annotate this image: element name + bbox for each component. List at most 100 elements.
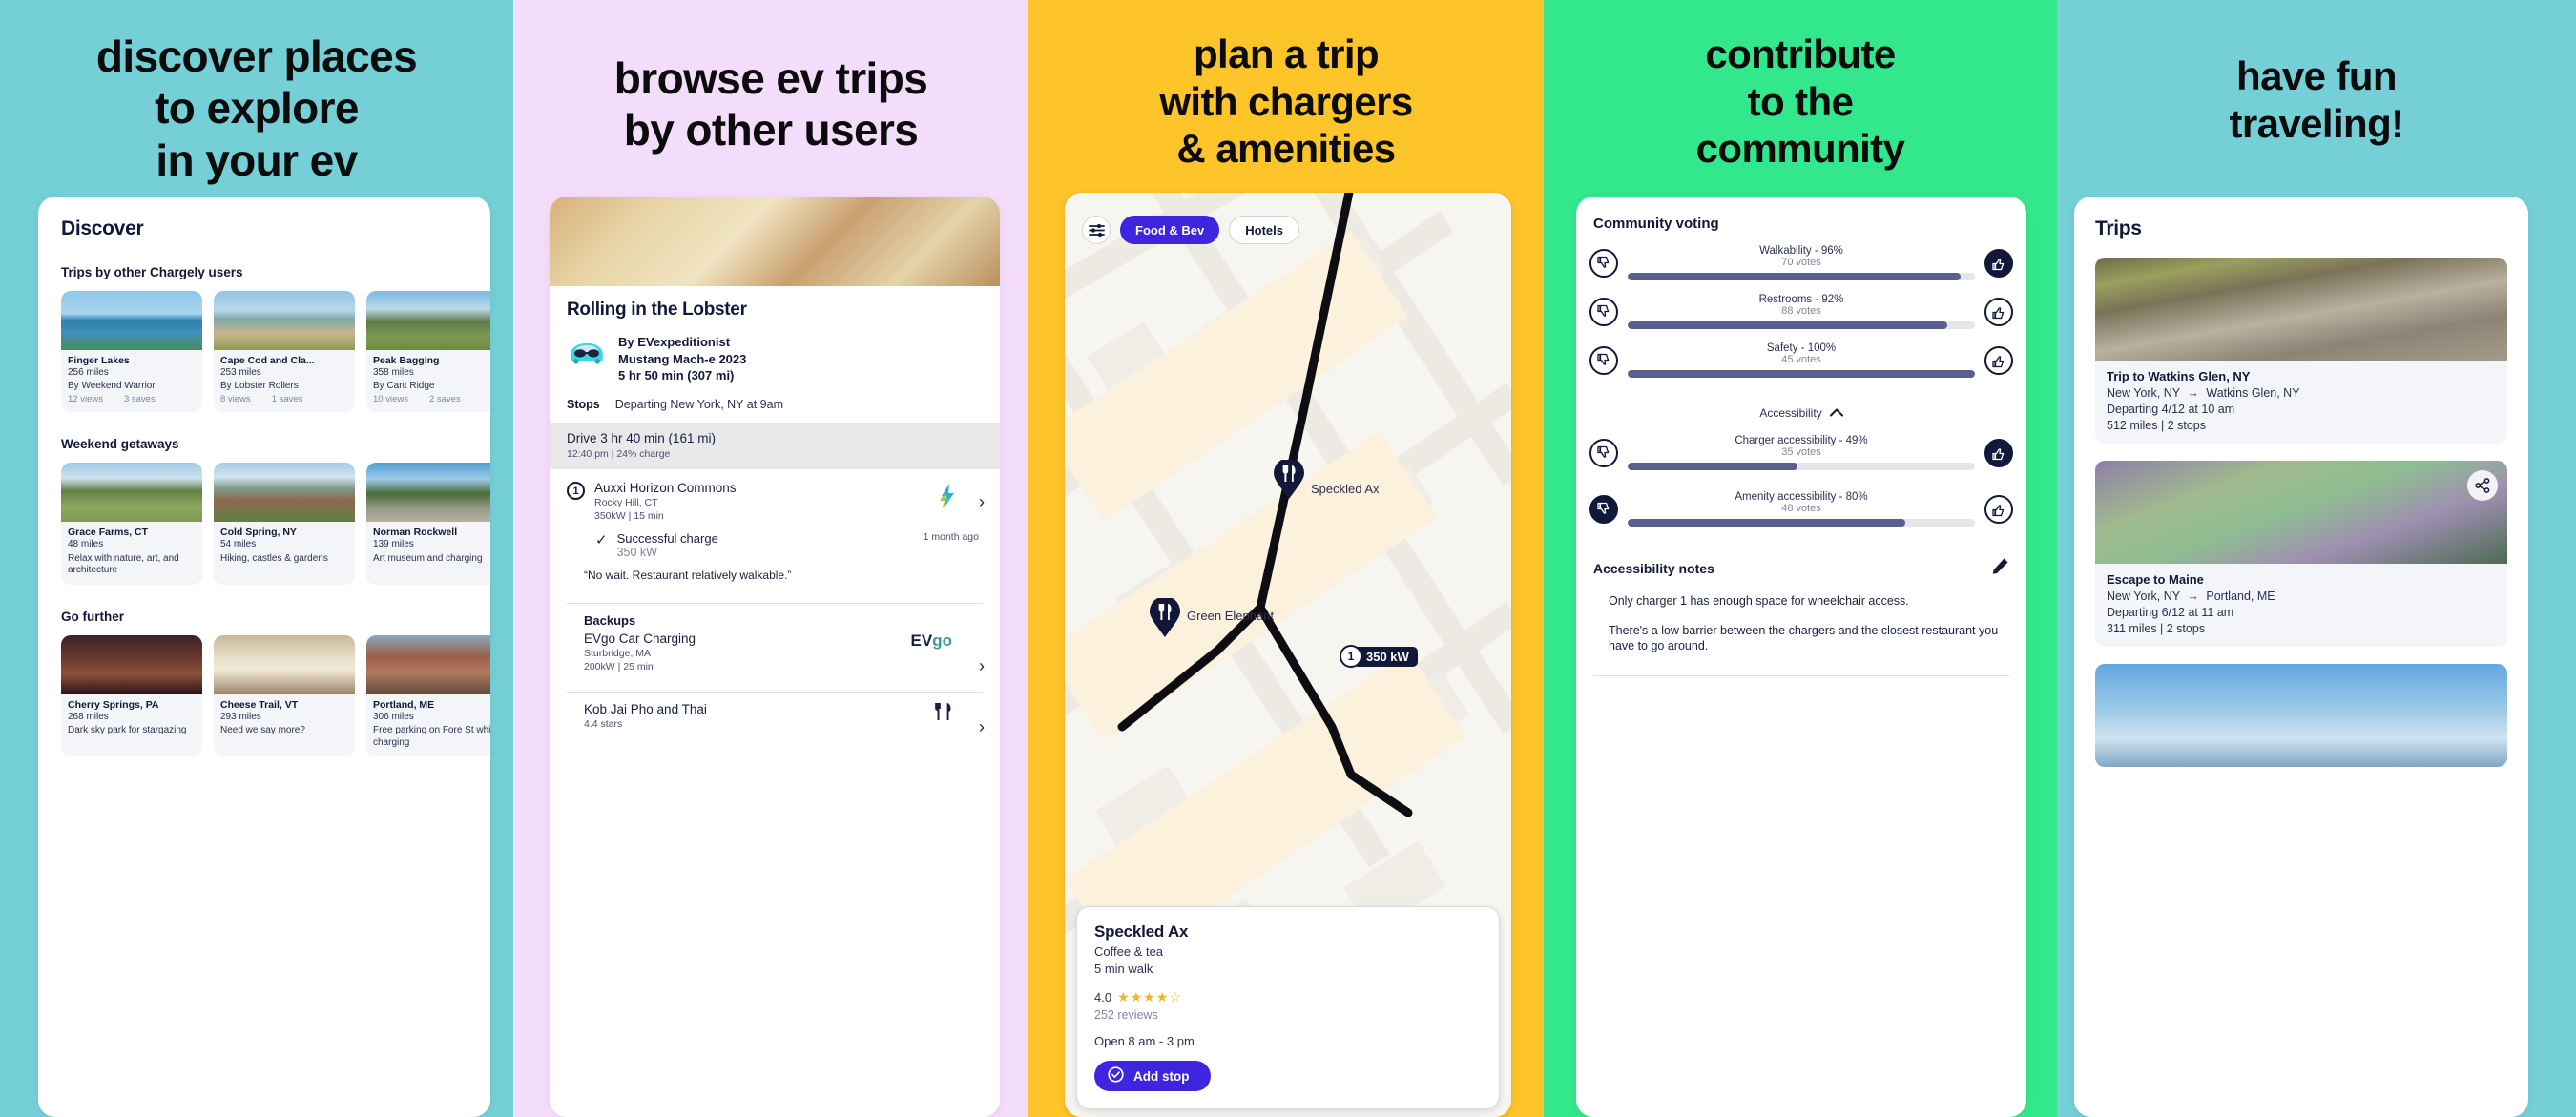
trip-list-item[interactable]: Escape to Maine New York, NY → Portland,… <box>2095 461 2507 647</box>
add-stop-label: Add stop <box>1133 1068 1190 1084</box>
poi-detail-card: Speckled Ax Coffee & tea 5 min walk 4.0 … <box>1076 906 1500 1109</box>
list-item-desc: Art museum and charging <box>373 552 483 564</box>
thumbs-down-button[interactable] <box>1589 438 1618 467</box>
list-item-miles: 139 miles <box>373 539 414 549</box>
map-chip-food-bev[interactable]: Food & Bev <box>1120 216 1220 244</box>
car-avatar-icon <box>567 336 607 368</box>
backup-row[interactable]: › Kob Jai Pho and Thai 4.4 stars <box>550 693 1000 739</box>
list-item-miles: 253 miles <box>220 367 261 378</box>
thumbnail-cape-cod <box>214 291 355 350</box>
list-item[interactable]: Cherry Springs, PA 268 miles Dark sky pa… <box>61 634 202 756</box>
list-item-title: Cape Cod and Cla... <box>220 355 315 366</box>
list-item[interactable]: Cape Cod and Cla... 253 miles By Lobster… <box>214 291 355 412</box>
list-item-title: Cherry Springs, PA <box>68 698 159 711</box>
list-item[interactable]: Finger Lakes 256 miles By Weekend Warrio… <box>61 291 202 412</box>
vote-label: Restrooms - 92% <box>1758 294 1844 305</box>
evgo-logo: EVgo <box>910 631 952 650</box>
accessibility-note-1: Only charger 1 has enough space for whee… <box>1609 594 1909 608</box>
sliders-icon[interactable] <box>1082 216 1111 244</box>
list-item-desc: Free parking on Fore St while charging <box>373 725 490 748</box>
list-item-miles: 256 miles <box>68 367 109 378</box>
list-item-miles: 54 miles <box>220 539 257 549</box>
vote-label: Amenity accessibility - 80% <box>1735 491 1868 503</box>
trip-duration: 5 hr 50 min (307 mi) <box>618 368 735 383</box>
stop-row[interactable]: › 1 Auxxi Horizon Commons Rocky Hill, CT… <box>550 469 1000 593</box>
list-item[interactable]: Peak Bagging 358 miles By Cant Ridge 10 … <box>366 291 490 412</box>
stops-label: Stops <box>567 398 600 412</box>
poi-hours: Open 8 am - 3 pm <box>1094 1034 1195 1048</box>
thumbs-up-button[interactable] <box>1984 297 2013 326</box>
accessibility-notes-title: Accessibility notes <box>1593 561 1714 576</box>
thumbnail-cold-spring <box>214 463 355 522</box>
list-item[interactable]: Norman Rockwell 139 miles Art museum and… <box>366 463 490 585</box>
map-chip-hotels[interactable]: Hotels <box>1229 216 1299 244</box>
panel-headline-1: discover places to explore in your ev <box>95 31 418 185</box>
restaurant-pin-icon[interactable] <box>1149 596 1181 638</box>
list-item-miles: 48 miles <box>68 539 104 549</box>
trip-author: By EVexpeditionist <box>618 335 731 349</box>
share-button[interactable] <box>2467 470 2498 501</box>
list-item-saves: 2 saves <box>428 394 461 404</box>
drive-duration: Drive 3 hr 40 min (161 mi) <box>567 431 717 446</box>
vote-progress-track <box>1628 463 1975 470</box>
chevron-right-icon[interactable]: › <box>979 656 985 676</box>
list-item-author: By Lobster Rollers <box>220 380 299 391</box>
list-item[interactable]: Grace Farms, CT 48 miles Relax with natu… <box>61 463 202 585</box>
section-heading-trips-by-users: Trips by other Chargely users <box>61 265 243 279</box>
trip-list-item[interactable] <box>2095 664 2507 767</box>
map-pin-label: Speckled Ax <box>1311 482 1380 496</box>
charger-badge[interactable]: 1 350 kW <box>1340 645 1418 668</box>
vote-progress-track <box>1628 519 1975 527</box>
vote-progress-fill <box>1628 463 1798 470</box>
thumbs-down-button[interactable] <box>1589 297 1618 326</box>
list-item[interactable]: Cheese Trail, VT 293 miles Need we say m… <box>214 634 355 756</box>
thumbs-down-button[interactable] <box>1589 248 1618 278</box>
trip-to: Watkins Glen, NY <box>2206 386 2300 400</box>
list-item-miles: 306 miles <box>373 711 414 722</box>
thumbs-up-button[interactable] <box>1984 494 2013 524</box>
charge-timestamp: 1 month ago <box>923 531 979 544</box>
thumbs-down-button[interactable] <box>1589 494 1618 524</box>
vote-count: 88 votes <box>1781 305 1821 317</box>
section-heading-go-further: Go further <box>61 609 124 624</box>
check-icon: ✓ <box>595 532 608 549</box>
backup-row[interactable]: › EVgo Car Charging Sturbridge, MA 200kW… <box>550 628 1000 682</box>
list-item-author: By Weekend Warrior <box>68 380 156 391</box>
accessibility-section-toggle[interactable]: Accessibility <box>1576 406 2026 420</box>
trip-to: Portland, ME <box>2206 590 2275 603</box>
charge-power: 350 kW <box>616 546 657 560</box>
getaway-card-row[interactable]: Grace Farms, CT 48 miles Relax with natu… <box>61 463 490 585</box>
list-item[interactable]: Cold Spring, NY 54 miles Hiking, castles… <box>214 463 355 585</box>
divider <box>1593 674 2009 676</box>
backup-name: Kob Jai Pho and Thai <box>584 701 707 716</box>
list-item-title: Portland, ME <box>373 698 435 711</box>
thumbs-down-button[interactable] <box>1589 345 1618 375</box>
accessibility-heading: Accessibility <box>1759 406 1822 420</box>
add-stop-button[interactable]: Add stop <box>1094 1061 1211 1091</box>
drive-charge: 12:40 pm | 24% charge <box>567 448 671 461</box>
go-further-card-row[interactable]: Cherry Springs, PA 268 miles Dark sky pa… <box>61 634 490 756</box>
thumbnail-finger-lakes <box>61 291 202 350</box>
chevron-up-icon[interactable] <box>1829 406 1843 420</box>
poi-category: Coffee & tea <box>1094 944 1164 959</box>
chevron-right-icon[interactable]: › <box>979 492 985 512</box>
list-item-author: By Cant Ridge <box>373 380 435 391</box>
list-item[interactable]: Portland, ME 306 miles Free parking on F… <box>366 634 490 756</box>
thumbs-up-button[interactable] <box>1984 345 2013 375</box>
map-filter-bar[interactable]: Food & Bev Hotels <box>1082 216 1299 244</box>
thumbs-up-button[interactable] <box>1984 438 2013 467</box>
trip-list-item[interactable]: Trip to Watkins Glen, NY New York, NY → … <box>2095 258 2507 444</box>
thumbnail-cheese-trail <box>214 634 355 694</box>
backup-name: EVgo Car Charging <box>584 631 696 646</box>
charge-status: Successful charge <box>616 531 718 547</box>
backup-city: Sturbridge, MA <box>584 647 652 659</box>
edit-pencil-icon[interactable] <box>1991 557 2009 580</box>
thumbs-up-button[interactable] <box>1984 248 2013 278</box>
vote-row-restrooms: Restrooms - 92% 88 votes <box>1576 294 2026 329</box>
map-pin-label: Green Elephant <box>1187 609 1275 623</box>
panel-plan-trip: plan a trip with chargers & amenities Fo… <box>1028 0 1544 1117</box>
restaurant-pin-icon[interactable] <box>1273 458 1305 500</box>
trip-card-row[interactable]: Finger Lakes 256 miles By Weekend Warrio… <box>61 291 490 412</box>
trip-stats: 311 miles | 2 stops <box>2107 622 2206 635</box>
chevron-right-icon[interactable]: › <box>979 717 985 737</box>
